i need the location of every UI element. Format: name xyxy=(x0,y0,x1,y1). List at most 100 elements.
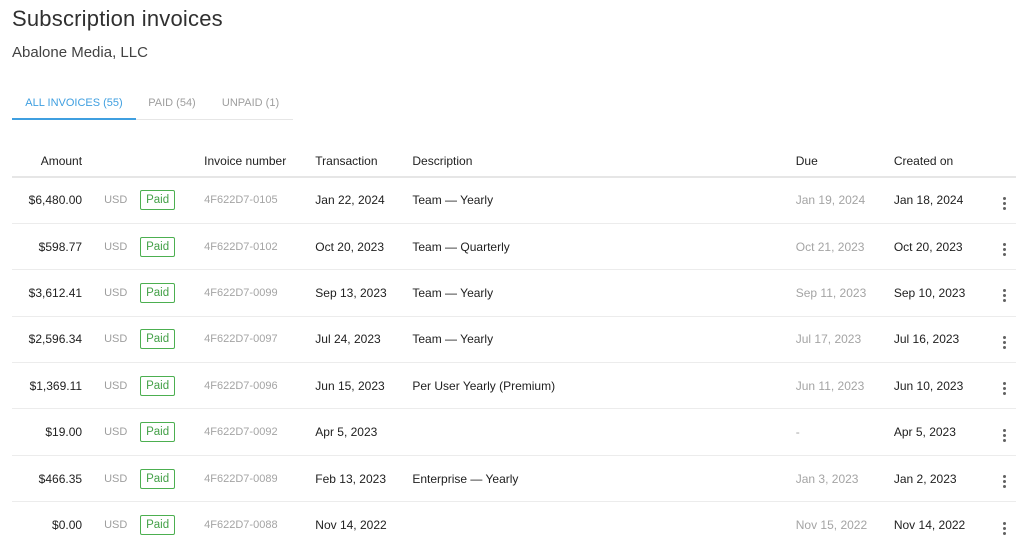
invoice-number-cell[interactable]: 4F622D7-0088 xyxy=(204,502,315,546)
due-date-cell: Oct 21, 2023 xyxy=(795,223,894,271)
more-vertical-icon[interactable] xyxy=(999,287,1010,304)
invoice-number-cell[interactable]: 4F622D7-0099 xyxy=(204,269,316,317)
currency-cell: USD xyxy=(82,455,135,503)
transaction-date-cell: Jan 22, 2024 xyxy=(315,177,413,224)
more-vertical-icon[interactable] xyxy=(999,520,1010,537)
amount-cell: $0.00 xyxy=(52,518,83,533)
invoice-number-cell[interactable]: 4F622D7-0105 xyxy=(204,177,316,224)
more-vertical-icon[interactable] xyxy=(999,195,1010,212)
header-transaction[interactable]: Transaction xyxy=(315,145,413,178)
tab-unpaid[interactable]: UNPAID (1) xyxy=(208,88,293,119)
due-date-cell: Jun 11, 2023 xyxy=(795,362,894,410)
row-actions-cell xyxy=(993,408,1016,456)
header-due[interactable]: Due xyxy=(795,145,894,178)
amount-cell: $466.35 xyxy=(12,455,83,503)
header-description[interactable]: Description xyxy=(412,145,796,178)
due-date-cell: Nov 15, 2022 xyxy=(795,518,868,533)
table-header: Amount Invoice number Transaction Descri… xyxy=(12,145,1016,178)
created-on-cell: Apr 5, 2023 xyxy=(893,408,994,456)
page-title: Subscription invoices xyxy=(12,6,223,31)
invoices-page: Subscription invoices Abalone Media, LLC… xyxy=(0,0,1024,546)
header-row: Amount Invoice number Transaction Descri… xyxy=(12,145,1016,178)
status-badge: Paid xyxy=(140,190,176,211)
amount-cell: $1,369.11 xyxy=(12,362,83,410)
table-row[interactable]: $466.35 USD Paid 4F622D7-0089 Feb 13, 20… xyxy=(12,455,1016,503)
created-on-cell: Oct 20, 2023 xyxy=(893,223,994,271)
created-on-cell: Nov 14, 2022 xyxy=(893,518,966,533)
table-row[interactable]: $598.77 USD Paid 4F622D7-0102 Oct 20, 20… xyxy=(12,223,1016,271)
created-on-cell: Jan 18, 2024 xyxy=(893,177,994,224)
invoice-number-cell[interactable]: 4F622D7-0102 xyxy=(204,223,316,271)
transaction-date-cell: Feb 13, 2023 xyxy=(315,455,413,503)
transaction-date-cell: Apr 5, 2023 xyxy=(315,408,413,456)
table-row[interactable]: $0.00 USD Paid 4F622D7-0088 Nov 14, 2022… xyxy=(12,502,1016,546)
description-cell: Per User Yearly (Premium) xyxy=(412,362,796,410)
invoices-table: Amount Invoice number Transaction Descri… xyxy=(12,145,1016,546)
table-body: $6,480.00 USD Paid 4F622D7-0105 Jan 22, … xyxy=(12,177,1016,546)
currency-cell: USD xyxy=(82,177,135,224)
header-created-on[interactable]: Created on xyxy=(893,145,994,178)
status-cell: Paid xyxy=(134,408,205,456)
status-cell: Paid xyxy=(134,223,205,271)
created-on-cell: Jun 10, 2023 xyxy=(893,362,994,410)
row-actions-cell xyxy=(993,316,1016,364)
description-cell xyxy=(412,408,796,456)
more-vertical-icon[interactable] xyxy=(999,380,1010,397)
due-date-cell: Sep 11, 2023 xyxy=(795,269,894,317)
status-cell: Paid xyxy=(134,177,205,224)
more-vertical-icon[interactable] xyxy=(999,334,1010,351)
tab-all-invoices[interactable]: ALL INVOICES (55) xyxy=(12,88,136,120)
currency-cell: USD xyxy=(82,408,135,456)
amount-cell: $19.00 xyxy=(12,408,83,456)
status-badge: Paid xyxy=(140,236,176,257)
status-cell: Paid xyxy=(134,455,205,503)
invoice-number-cell[interactable]: 4F622D7-0096 xyxy=(204,362,316,410)
status-badge: Paid xyxy=(140,515,176,536)
table-row[interactable]: $1,369.11 USD Paid 4F622D7-0096 Jun 15, … xyxy=(12,362,1016,410)
status-cell: Paid xyxy=(134,362,205,410)
table-row[interactable]: $3,612.41 USD Paid 4F622D7-0099 Sep 13, … xyxy=(12,269,1016,317)
currency-cell: USD xyxy=(82,269,135,317)
currency-cell: USD xyxy=(82,316,135,364)
status-cell: Paid xyxy=(134,316,205,364)
transaction-date-cell: Jun 15, 2023 xyxy=(315,362,413,410)
currency-cell: USD xyxy=(82,362,135,410)
due-date-cell: Jul 17, 2023 xyxy=(795,316,894,364)
created-on-cell: Sep 10, 2023 xyxy=(893,269,994,317)
amount-cell: $598.77 xyxy=(12,223,83,271)
description-cell: Team — Yearly xyxy=(412,316,796,364)
invoice-number-cell[interactable]: 4F622D7-0092 xyxy=(204,408,316,456)
amount-cell: $2,596.34 xyxy=(12,316,83,364)
currency-cell: USD xyxy=(104,519,128,532)
currency-cell: USD xyxy=(82,223,135,271)
table-row[interactable]: $19.00 USD Paid 4F622D7-0092 Apr 5, 2023… xyxy=(12,408,1016,456)
invoice-number-cell[interactable]: 4F622D7-0089 xyxy=(204,455,316,503)
table-row[interactable]: $6,480.00 USD Paid 4F622D7-0105 Jan 22, … xyxy=(12,177,1016,224)
amount-cell: $3,612.41 xyxy=(12,269,83,317)
description-cell: Team — Yearly xyxy=(412,269,796,317)
row-actions-cell xyxy=(993,223,1016,271)
invoice-number-cell[interactable]: 4F622D7-0097 xyxy=(204,316,316,364)
row-actions-cell xyxy=(993,269,1016,317)
status-badge: Paid xyxy=(140,282,176,303)
header-actions xyxy=(993,145,1016,178)
header-invoice-number[interactable]: Invoice number xyxy=(204,145,316,178)
more-vertical-icon[interactable] xyxy=(999,427,1010,444)
status-badge: Paid xyxy=(140,329,176,350)
amount-cell: $6,480.00 xyxy=(12,177,83,224)
transaction-date-cell: Oct 20, 2023 xyxy=(315,223,413,271)
invoice-tabs: ALL INVOICES (55) PAID (54) UNPAID (1) xyxy=(12,88,293,120)
status-cell: Paid xyxy=(134,502,204,546)
table-row[interactable]: $2,596.34 USD Paid 4F622D7-0097 Jul 24, … xyxy=(12,316,1016,364)
header-amount[interactable]: Amount xyxy=(12,145,83,178)
status-badge: Paid xyxy=(140,375,176,396)
status-badge: Paid xyxy=(140,422,176,443)
more-vertical-icon[interactable] xyxy=(999,241,1010,258)
tab-paid[interactable]: PAID (54) xyxy=(136,88,208,119)
status-badge: Paid xyxy=(140,468,176,489)
created-on-cell: Jan 2, 2023 xyxy=(893,455,994,503)
created-on-cell: Jul 16, 2023 xyxy=(893,316,994,364)
due-date-cell: Jan 19, 2024 xyxy=(795,177,894,224)
more-vertical-icon[interactable] xyxy=(999,473,1010,490)
due-date-cell: Jan 3, 2023 xyxy=(795,455,894,503)
